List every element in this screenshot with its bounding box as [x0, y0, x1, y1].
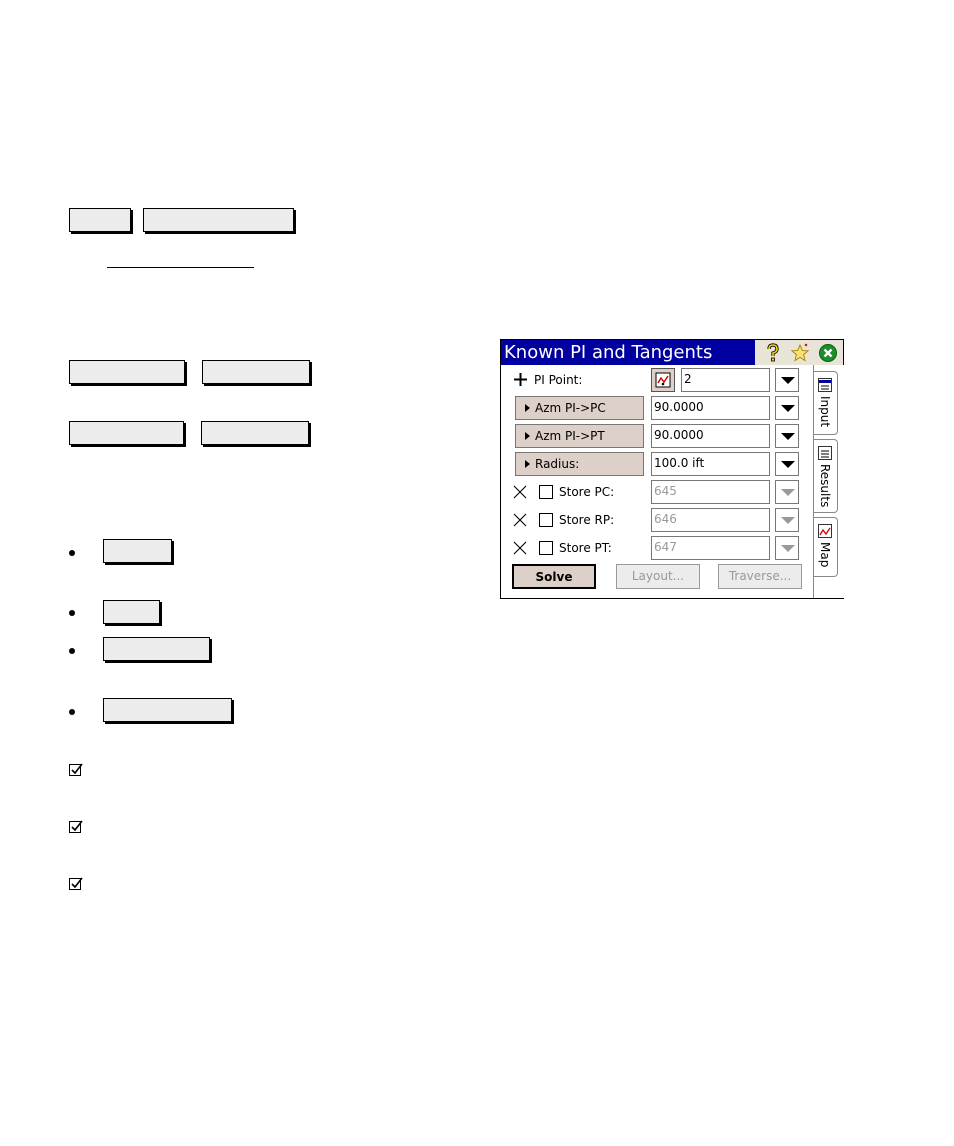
known-pi-tangents-dialog: Known PI and Tangents PI Point: 2 Azm PI…	[500, 339, 844, 599]
doc-button-10[interactable]	[103, 698, 232, 722]
doc-button-7[interactable]	[103, 539, 172, 563]
map-icon	[818, 524, 832, 538]
results-list-icon	[818, 446, 832, 460]
tab-map-label: Map	[818, 542, 832, 568]
store-pt-field[interactable]: 647	[651, 536, 770, 560]
doc-button-4[interactable]	[202, 360, 310, 384]
doc-button-6[interactable]	[201, 421, 309, 445]
close-circle-icon[interactable]	[818, 343, 838, 363]
x-icon	[513, 513, 527, 527]
azm-pi-pc-dropdown[interactable]	[775, 396, 799, 420]
store-pc-dropdown[interactable]	[775, 480, 799, 504]
question-mark-icon[interactable]	[763, 343, 783, 363]
radius-field[interactable]: 100.0 ift	[651, 452, 770, 476]
radius-label: Radius:	[535, 457, 580, 471]
store-pc-label: Store PC:	[559, 485, 615, 499]
doc-underline	[107, 267, 254, 268]
map-pick-icon[interactable]	[651, 368, 675, 392]
azm-pi-pt-field[interactable]: 90.0000	[651, 424, 770, 448]
store-pt-checkbox[interactable]	[539, 541, 553, 555]
azm-pi-pt-button[interactable]: Azm PI->PT	[515, 424, 644, 448]
pi-point-dropdown[interactable]	[775, 368, 799, 392]
title-bar-icons	[755, 340, 843, 365]
checkbox-checked-icon	[69, 763, 83, 776]
doc-button-1[interactable]	[69, 208, 131, 232]
input-panel: PI Point: 2 Azm PI->PC 90.0000 Azm PI->P…	[501, 365, 813, 598]
doc-button-5[interactable]	[69, 421, 184, 445]
pi-point-label: PI Point:	[534, 373, 583, 387]
tab-results[interactable]: Results	[814, 439, 838, 513]
store-pc-field[interactable]: 645	[651, 480, 770, 504]
play-arrow-icon	[525, 404, 530, 412]
side-tabs: Input Results Map	[813, 365, 844, 598]
traverse-button[interactable]: Traverse...	[718, 564, 802, 589]
title-bar: Known PI and Tangents	[501, 340, 843, 365]
store-rp-dropdown[interactable]	[775, 508, 799, 532]
tab-input[interactable]: Input	[814, 371, 838, 435]
doc-button-2[interactable]	[143, 208, 294, 232]
store-rp-label: Store RP:	[559, 513, 615, 527]
bullet	[69, 550, 75, 556]
doc-button-3[interactable]	[69, 360, 185, 384]
azm-pi-pt-label: Azm PI->PT	[535, 429, 605, 443]
solve-button[interactable]: Solve	[512, 564, 596, 589]
dialog-title: Known PI and Tangents	[504, 342, 713, 363]
bullet	[69, 648, 75, 654]
play-arrow-icon	[525, 460, 530, 468]
store-rp-checkbox[interactable]	[539, 513, 553, 527]
doc-button-8[interactable]	[103, 600, 160, 624]
store-pt-dropdown[interactable]	[775, 536, 799, 560]
azm-pi-pc-label: Azm PI->PC	[535, 401, 606, 415]
doc-button-9[interactable]	[103, 637, 210, 661]
bullet	[69, 709, 75, 715]
store-pt-label: Store PT:	[559, 541, 612, 555]
radius-dropdown[interactable]	[775, 452, 799, 476]
layout-button[interactable]: Layout...	[616, 564, 700, 589]
play-arrow-icon	[525, 432, 530, 440]
x-icon	[513, 485, 527, 499]
bullet	[69, 610, 75, 616]
star-icon[interactable]	[790, 343, 810, 363]
tab-results-label: Results	[818, 464, 832, 508]
azm-pi-pc-field[interactable]: 90.0000	[651, 396, 770, 420]
tab-map[interactable]: Map	[814, 517, 838, 577]
checkbox-checked-icon	[69, 877, 83, 890]
azm-pi-pt-dropdown[interactable]	[775, 424, 799, 448]
checkbox-checked-icon	[69, 820, 83, 833]
radius-button[interactable]: Radius:	[515, 452, 644, 476]
x-icon	[513, 541, 527, 555]
pi-point-field[interactable]: 2	[681, 368, 770, 392]
input-form-icon	[818, 378, 832, 392]
plus-icon	[514, 373, 527, 386]
store-pc-checkbox[interactable]	[539, 485, 553, 499]
tab-input-label: Input	[818, 396, 832, 428]
store-rp-field[interactable]: 646	[651, 508, 770, 532]
azm-pi-pc-button[interactable]: Azm PI->PC	[515, 396, 644, 420]
